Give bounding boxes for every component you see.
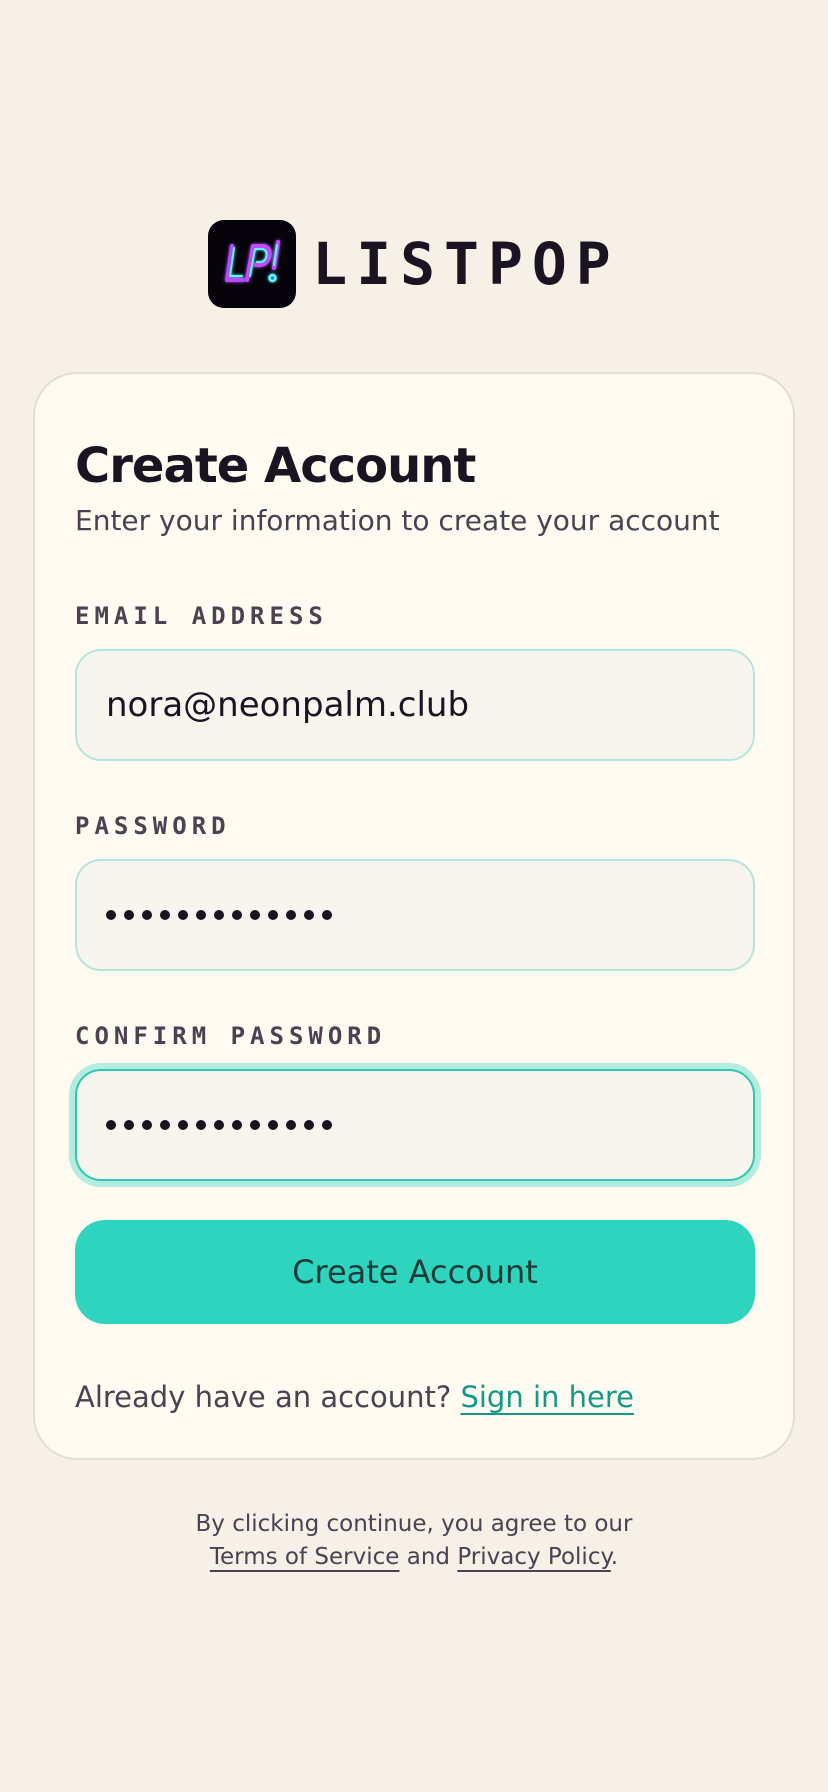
mask-dot: [142, 910, 152, 920]
mask-dot: [106, 910, 116, 920]
password-label: PASSWORD: [75, 812, 231, 840]
terms-link[interactable]: Terms of Service: [210, 1544, 400, 1570]
mask-dot: [160, 910, 170, 920]
mask-dot: [178, 1120, 188, 1130]
email-field[interactable]: nora@neonpalm.club: [75, 649, 755, 761]
mask-dot: [322, 1120, 332, 1130]
mask-dot: [196, 910, 206, 920]
legal-and: and: [406, 1544, 451, 1570]
signup-page: LISTPOP Create Account Enter your inform…: [0, 0, 828, 1792]
mask-dot: [304, 910, 314, 920]
mask-dot: [214, 1120, 224, 1130]
mask-dot: [268, 1120, 278, 1130]
privacy-link[interactable]: Privacy Policy: [457, 1544, 610, 1570]
page-title: Create Account: [75, 438, 476, 494]
mask-dot: [160, 1120, 170, 1130]
mask-dot: [250, 1120, 260, 1130]
neon-lp-logo-icon: [225, 240, 281, 283]
legal-period: .: [610, 1544, 619, 1570]
mask-dot: [268, 910, 278, 920]
email-label: EMAIL ADDRESS: [75, 602, 328, 630]
mask-dot: [106, 1120, 116, 1130]
mask-dot: [214, 910, 224, 920]
password-masked-value: [106, 910, 340, 920]
legal-line-2: Terms of Service and Privacy Policy.: [0, 1541, 828, 1574]
brand-header: LISTPOP: [0, 220, 828, 308]
app-logo-icon: [208, 220, 297, 308]
brand-name: LISTPOP: [312, 230, 620, 298]
signup-card: Create Account Enter your information to…: [33, 372, 795, 1460]
confirm-password-field[interactable]: [75, 1069, 755, 1181]
legal-notice: By clicking continue, you agree to our T…: [0, 1508, 828, 1574]
page-subtitle: Enter your information to create your ac…: [75, 504, 720, 537]
mask-dot: [232, 1120, 242, 1130]
confirm-password-masked-value: [106, 1120, 340, 1130]
create-account-button[interactable]: Create Account: [75, 1220, 755, 1324]
signin-prompt: Already have an account?: [75, 1380, 452, 1414]
mask-dot: [304, 1120, 314, 1130]
legal-line-1: By clicking continue, you agree to our: [195, 1511, 633, 1537]
email-value: nora@neonpalm.club: [106, 685, 470, 725]
confirm-password-label: CONFIRM PASSWORD: [75, 1022, 387, 1050]
mask-dot: [232, 910, 242, 920]
mask-dot: [250, 910, 260, 920]
signin-link[interactable]: Sign in here: [460, 1380, 633, 1414]
signin-row: Already have an account? Sign in here: [75, 1380, 634, 1414]
password-field[interactable]: [75, 859, 755, 971]
mask-dot: [286, 1120, 296, 1130]
mask-dot: [124, 910, 134, 920]
mask-dot: [124, 1120, 134, 1130]
mask-dot: [196, 1120, 206, 1130]
mask-dot: [322, 910, 332, 920]
mask-dot: [142, 1120, 152, 1130]
mask-dot: [178, 910, 188, 920]
mask-dot: [286, 910, 296, 920]
